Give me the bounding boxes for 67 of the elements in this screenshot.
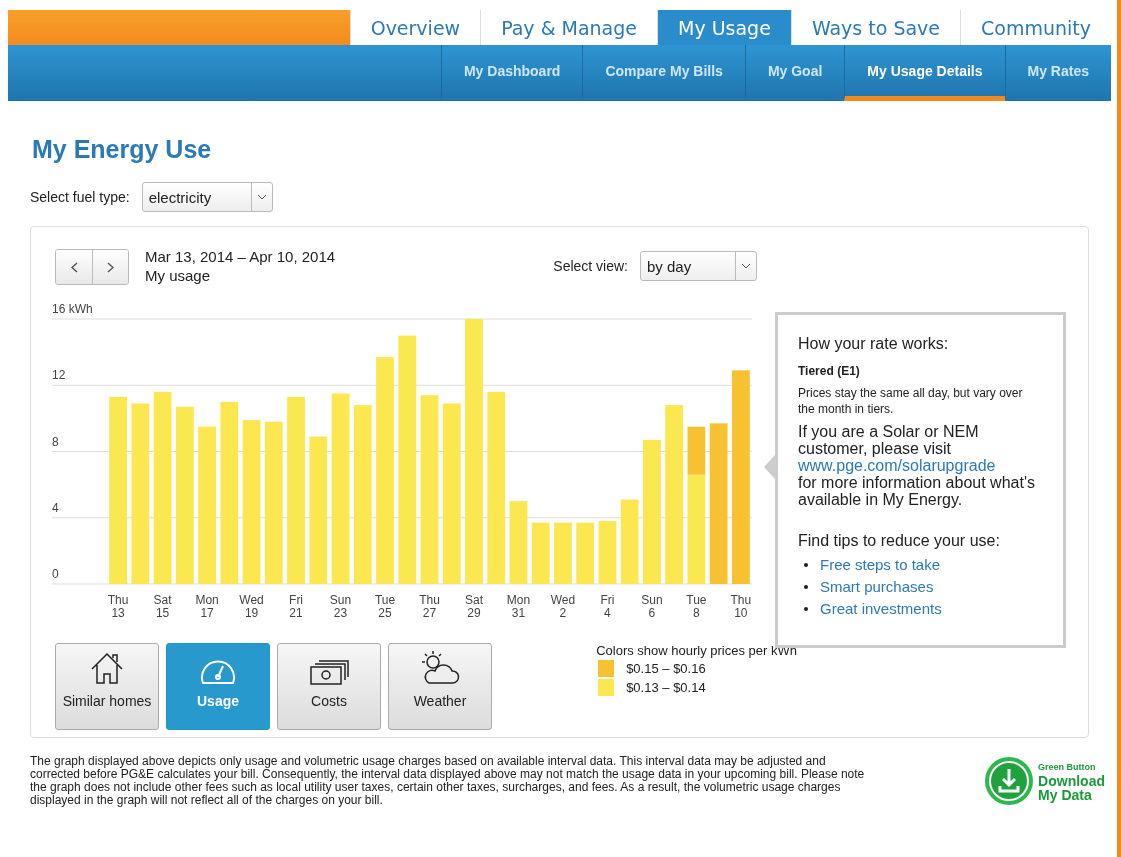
usage-bar — [531, 522, 550, 584]
axis-label: Fri 4 — [600, 593, 615, 620]
next-button[interactable] — [92, 250, 128, 284]
tip-link[interactable]: Smart purchases — [820, 576, 934, 598]
fuel-select[interactable]: electricity — [141, 182, 273, 212]
axis-label: Sat 29 — [464, 593, 483, 620]
solar-text: for more information about what's available in My Energy. — [798, 474, 1035, 508]
bullet-icon — [804, 563, 808, 567]
date-range: Mar 13, 2014 – Apr 10, 2014 — [145, 247, 336, 266]
axis-label: 4 — [52, 500, 59, 515]
axis-label: 0 — [52, 567, 59, 581]
legend-label: $0.13 – $0.14 — [626, 680, 706, 695]
axis-label: Mon 17 — [195, 593, 219, 620]
chevron-icon — [256, 194, 267, 200]
chevron-left-icon — [70, 261, 78, 273]
sub-nav-tab[interactable]: My Usage Details — [844, 45, 1005, 101]
axis-label: Thu 27 — [419, 593, 440, 620]
rate-name: Tiered (E1) — [798, 363, 861, 379]
mode-button[interactable]: Costs — [277, 643, 381, 730]
download-icon — [984, 756, 1035, 806]
bullet-icon — [804, 585, 808, 589]
axis-label: Thu 10 — [730, 593, 752, 620]
tip-link[interactable]: Great investments — [820, 598, 942, 620]
download-data-link[interactable]: Green Button Download My Data — [984, 756, 1105, 806]
view-select[interactable]: by day — [640, 251, 757, 281]
page-title: My Energy Use — [32, 135, 213, 164]
axis-label: 12 — [52, 368, 66, 383]
solar-link[interactable]: www.pge.com/solarupgrade — [798, 457, 1035, 474]
axis-label: Wed 19 — [239, 593, 264, 620]
panel-heading: How your rate works: — [798, 335, 950, 353]
fuel-label: Select fuel type: — [30, 189, 130, 205]
axis-label: Sun 23 — [329, 593, 352, 620]
nav-tab[interactable]: My Usage — [657, 10, 791, 45]
chart-subtitle: My usage — [145, 266, 212, 285]
axis-label: Thu 13 — [107, 593, 129, 620]
axis-label: Sat 15 — [153, 593, 172, 620]
solar-text: If you are a Solar or NEM customer, please visit — [798, 423, 980, 457]
axis-label: Tue 25 — [374, 593, 396, 620]
chevron-right-icon — [107, 261, 114, 273]
axis-label: Wed 2 — [550, 593, 576, 620]
usage-bar — [598, 521, 617, 584]
usage-bar — [554, 522, 572, 584]
axis-label: Mon 31 — [506, 593, 531, 620]
axis-label: Tue 8 — [686, 593, 707, 620]
axis-label: 16 kWh — [52, 302, 93, 316]
legend-label: $0.15 – $0.16 — [626, 661, 706, 676]
previous-button[interactable] — [56, 250, 92, 284]
chevron-icon — [741, 263, 751, 269]
bullet-icon — [804, 607, 808, 611]
sub-nav-tab[interactable]: Compare My Bills — [582, 45, 745, 101]
rate-description: Prices stay the same all day, but vary over the month in tiers. — [798, 385, 1024, 417]
money-icon — [308, 657, 350, 687]
sub-nav-tab[interactable]: My Dashboard — [440, 45, 583, 101]
disclaimer-text: The graph displayed above depicts only usage and volumetric usage charges based on available interval data. This interval data may be adjusted and corrected before PG&E calculates your bill. Consequently, the interval data displayed above may not match the usage data in your upcoming bill. Please note the graph does not include other fees such as local utility user taxes, certain other taxes, surcharges, and fees. As a result, the volumetric usage charges displayed in the graph will not reflect all of the charges on your bill. — [30, 755, 866, 807]
tips-heading: Find tips to reduce your use: — [798, 532, 1001, 550]
sub-nav-tab[interactable]: My Rates — [1004, 45, 1111, 101]
sub-nav-tab[interactable]: My Goal — [744, 45, 845, 101]
axis-label: Fri 21 — [289, 593, 304, 620]
weather-icon — [419, 649, 461, 687]
usage-bar — [576, 522, 595, 584]
view-label: Select view: — [553, 258, 628, 274]
axis-label: Sun 6 — [641, 593, 663, 620]
tip-link[interactable]: Free steps to take — [820, 554, 941, 576]
mode-button[interactable]: Usage — [166, 643, 270, 730]
mode-button[interactable]: Similar homes — [55, 643, 159, 730]
axis-label: 8 — [52, 434, 59, 449]
mode-button[interactable]: Weather — [388, 643, 492, 730]
